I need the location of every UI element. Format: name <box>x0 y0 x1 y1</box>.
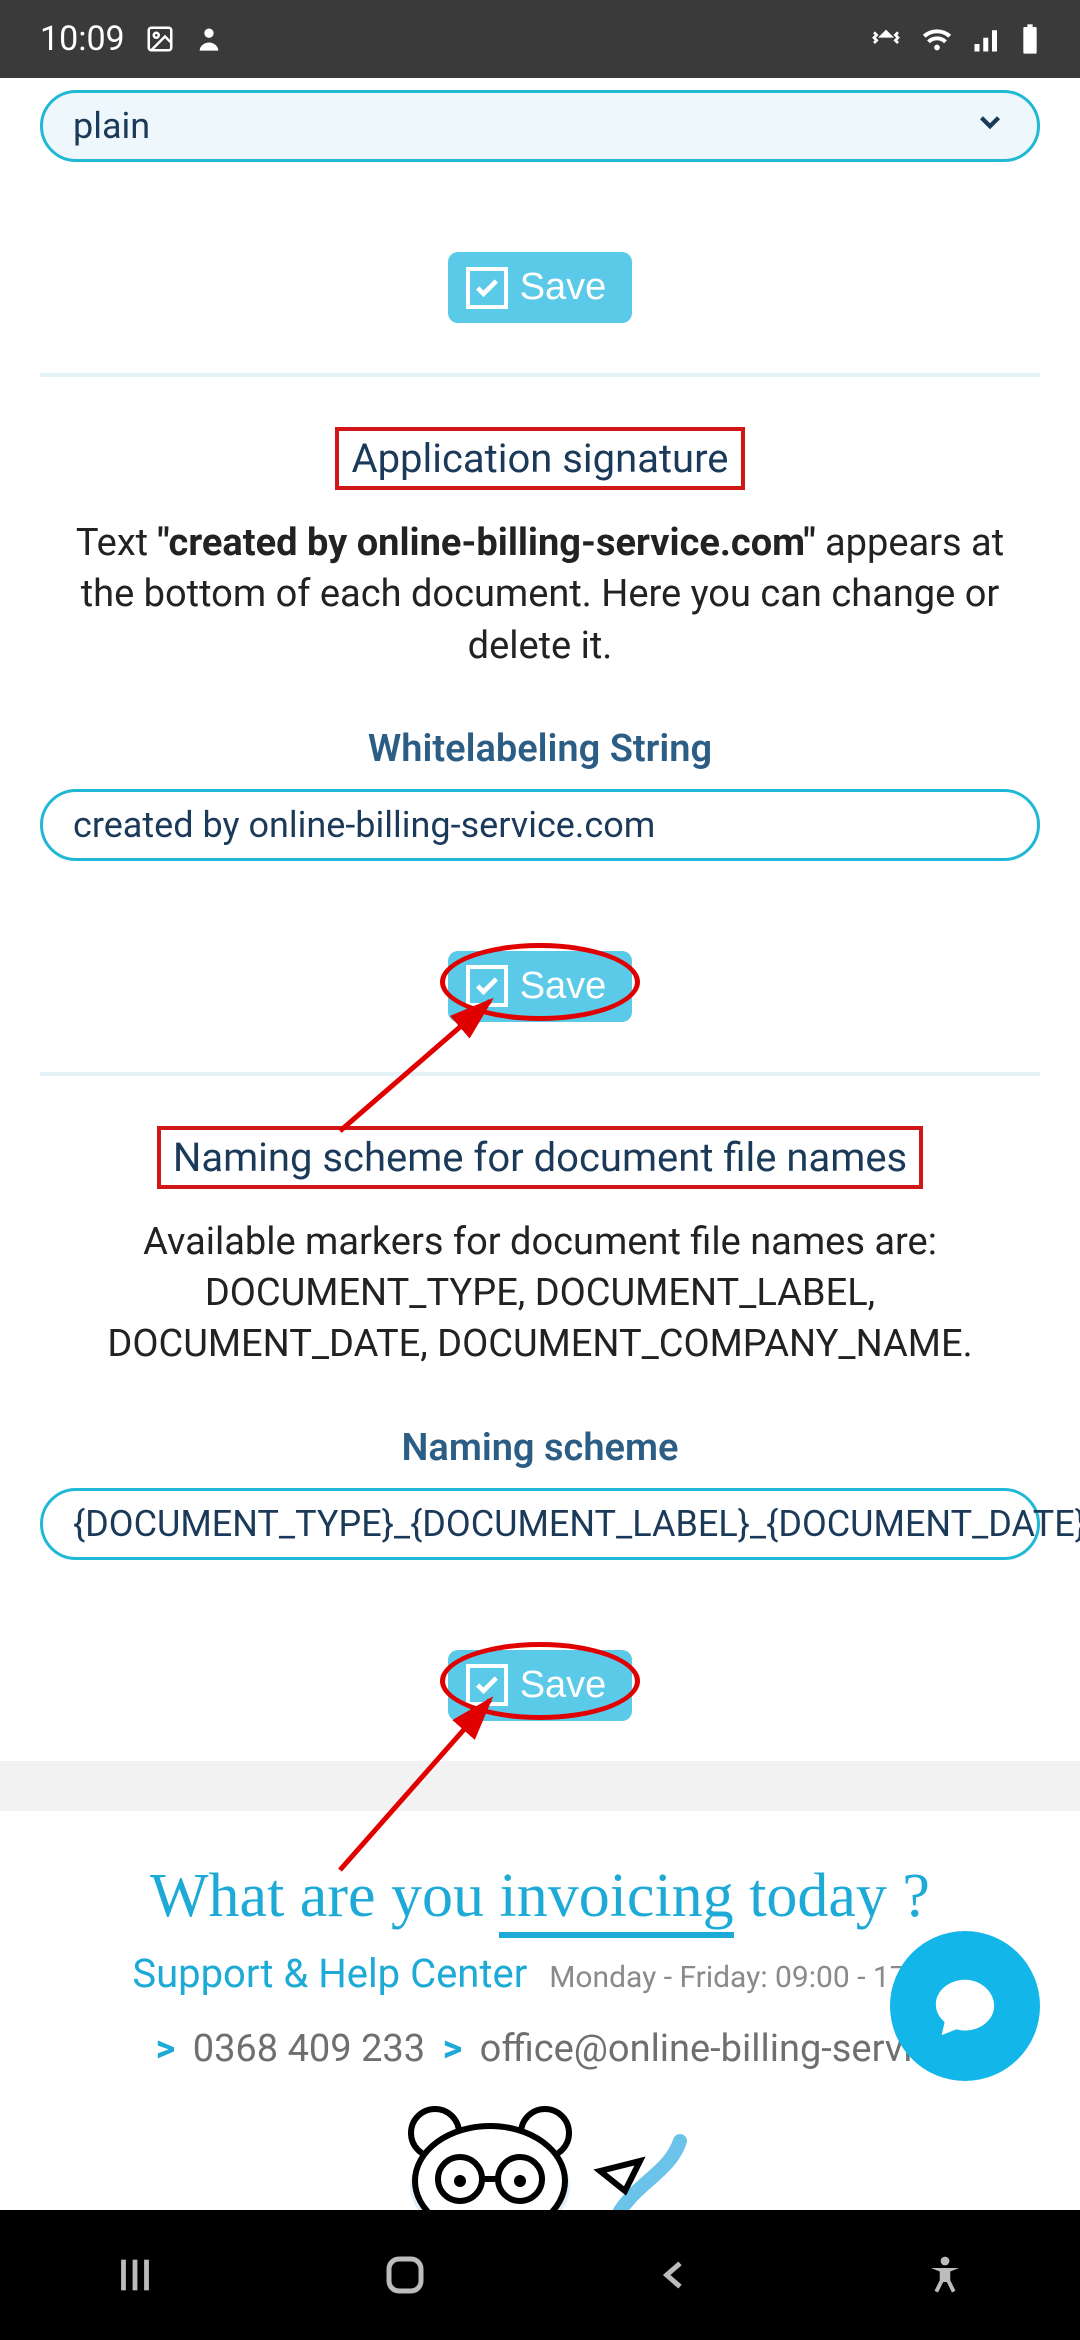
save-button-label: Save <box>520 266 607 309</box>
android-status-bar: 10:09 <box>0 0 1080 78</box>
checkbox-icon <box>466 1664 508 1706</box>
footer-phone[interactable]: 0368 409 233 <box>193 2027 425 2071</box>
signature-description: Text "created by online-billing-service.… <box>40 518 1040 672</box>
status-time: 10:09 <box>40 19 125 59</box>
support-hours: Monday - Friday: 09:00 - 17:00 <box>549 1960 947 1995</box>
naming-input[interactable]: {DOCUMENT_TYPE}_{DOCUMENT_LABEL}_{DOCUME… <box>40 1488 1040 1560</box>
section-heading-naming: Naming scheme for document file names <box>157 1126 923 1189</box>
image-icon <box>145 24 175 54</box>
whitelabel-input-value: created by online-billing-service.com <box>73 804 655 846</box>
section-divider <box>40 1072 1040 1076</box>
save-button-1[interactable]: Save <box>448 252 633 323</box>
wifi-icon <box>920 22 954 56</box>
save-button-3[interactable]: Save <box>448 1650 633 1721</box>
save-button-2[interactable]: Save <box>448 951 633 1022</box>
footer-email[interactable]: office@online-billing-servic <box>480 2027 933 2071</box>
chevron-down-icon <box>973 105 1007 148</box>
person-icon <box>195 25 223 53</box>
naming-input-value: {DOCUMENT_TYPE}_{DOCUMENT_LABEL}_{DOCUME… <box>73 1503 1080 1545</box>
checkbox-icon <box>466 267 508 309</box>
chevron-right-icon: > <box>156 2027 176 2071</box>
chevron-right-icon: > <box>443 2027 463 2071</box>
android-nav-bar <box>0 2210 1080 2340</box>
whitelabel-field-label: Whitelabeling String <box>40 727 1040 771</box>
page-footer: What are you invoicing today ? Support &… <box>0 1811 1080 2241</box>
naming-field-label: Naming scheme <box>40 1426 1040 1470</box>
nav-recents-button[interactable] <box>105 2245 165 2305</box>
naming-description: Available markers for document file name… <box>40 1217 1040 1371</box>
nav-accessibility-button[interactable] <box>915 2245 975 2305</box>
signal-icon <box>972 24 1002 54</box>
section-heading-signature: Application signature <box>335 427 744 490</box>
dropdown-value: plain <box>73 105 150 147</box>
save-button-label: Save <box>520 1664 607 1707</box>
format-dropdown[interactable]: plain <box>40 90 1040 162</box>
support-center-link[interactable]: Support & Help Center <box>132 1950 527 1997</box>
save-button-label: Save <box>520 965 607 1008</box>
battery-icon <box>1020 23 1040 55</box>
nav-back-button[interactable] <box>645 2245 705 2305</box>
whitelabel-input[interactable]: created by online-billing-service.com <box>40 789 1040 861</box>
nav-home-button[interactable] <box>375 2245 435 2305</box>
footer-tagline: What are you invoicing today ? <box>0 1861 1080 1932</box>
vibrate-icon <box>870 23 902 55</box>
chat-fab-button[interactable] <box>890 1931 1040 2081</box>
content-footer-gap <box>0 1761 1080 1811</box>
section-divider <box>40 373 1040 377</box>
checkbox-icon <box>466 965 508 1007</box>
chat-icon <box>930 1971 1000 2041</box>
